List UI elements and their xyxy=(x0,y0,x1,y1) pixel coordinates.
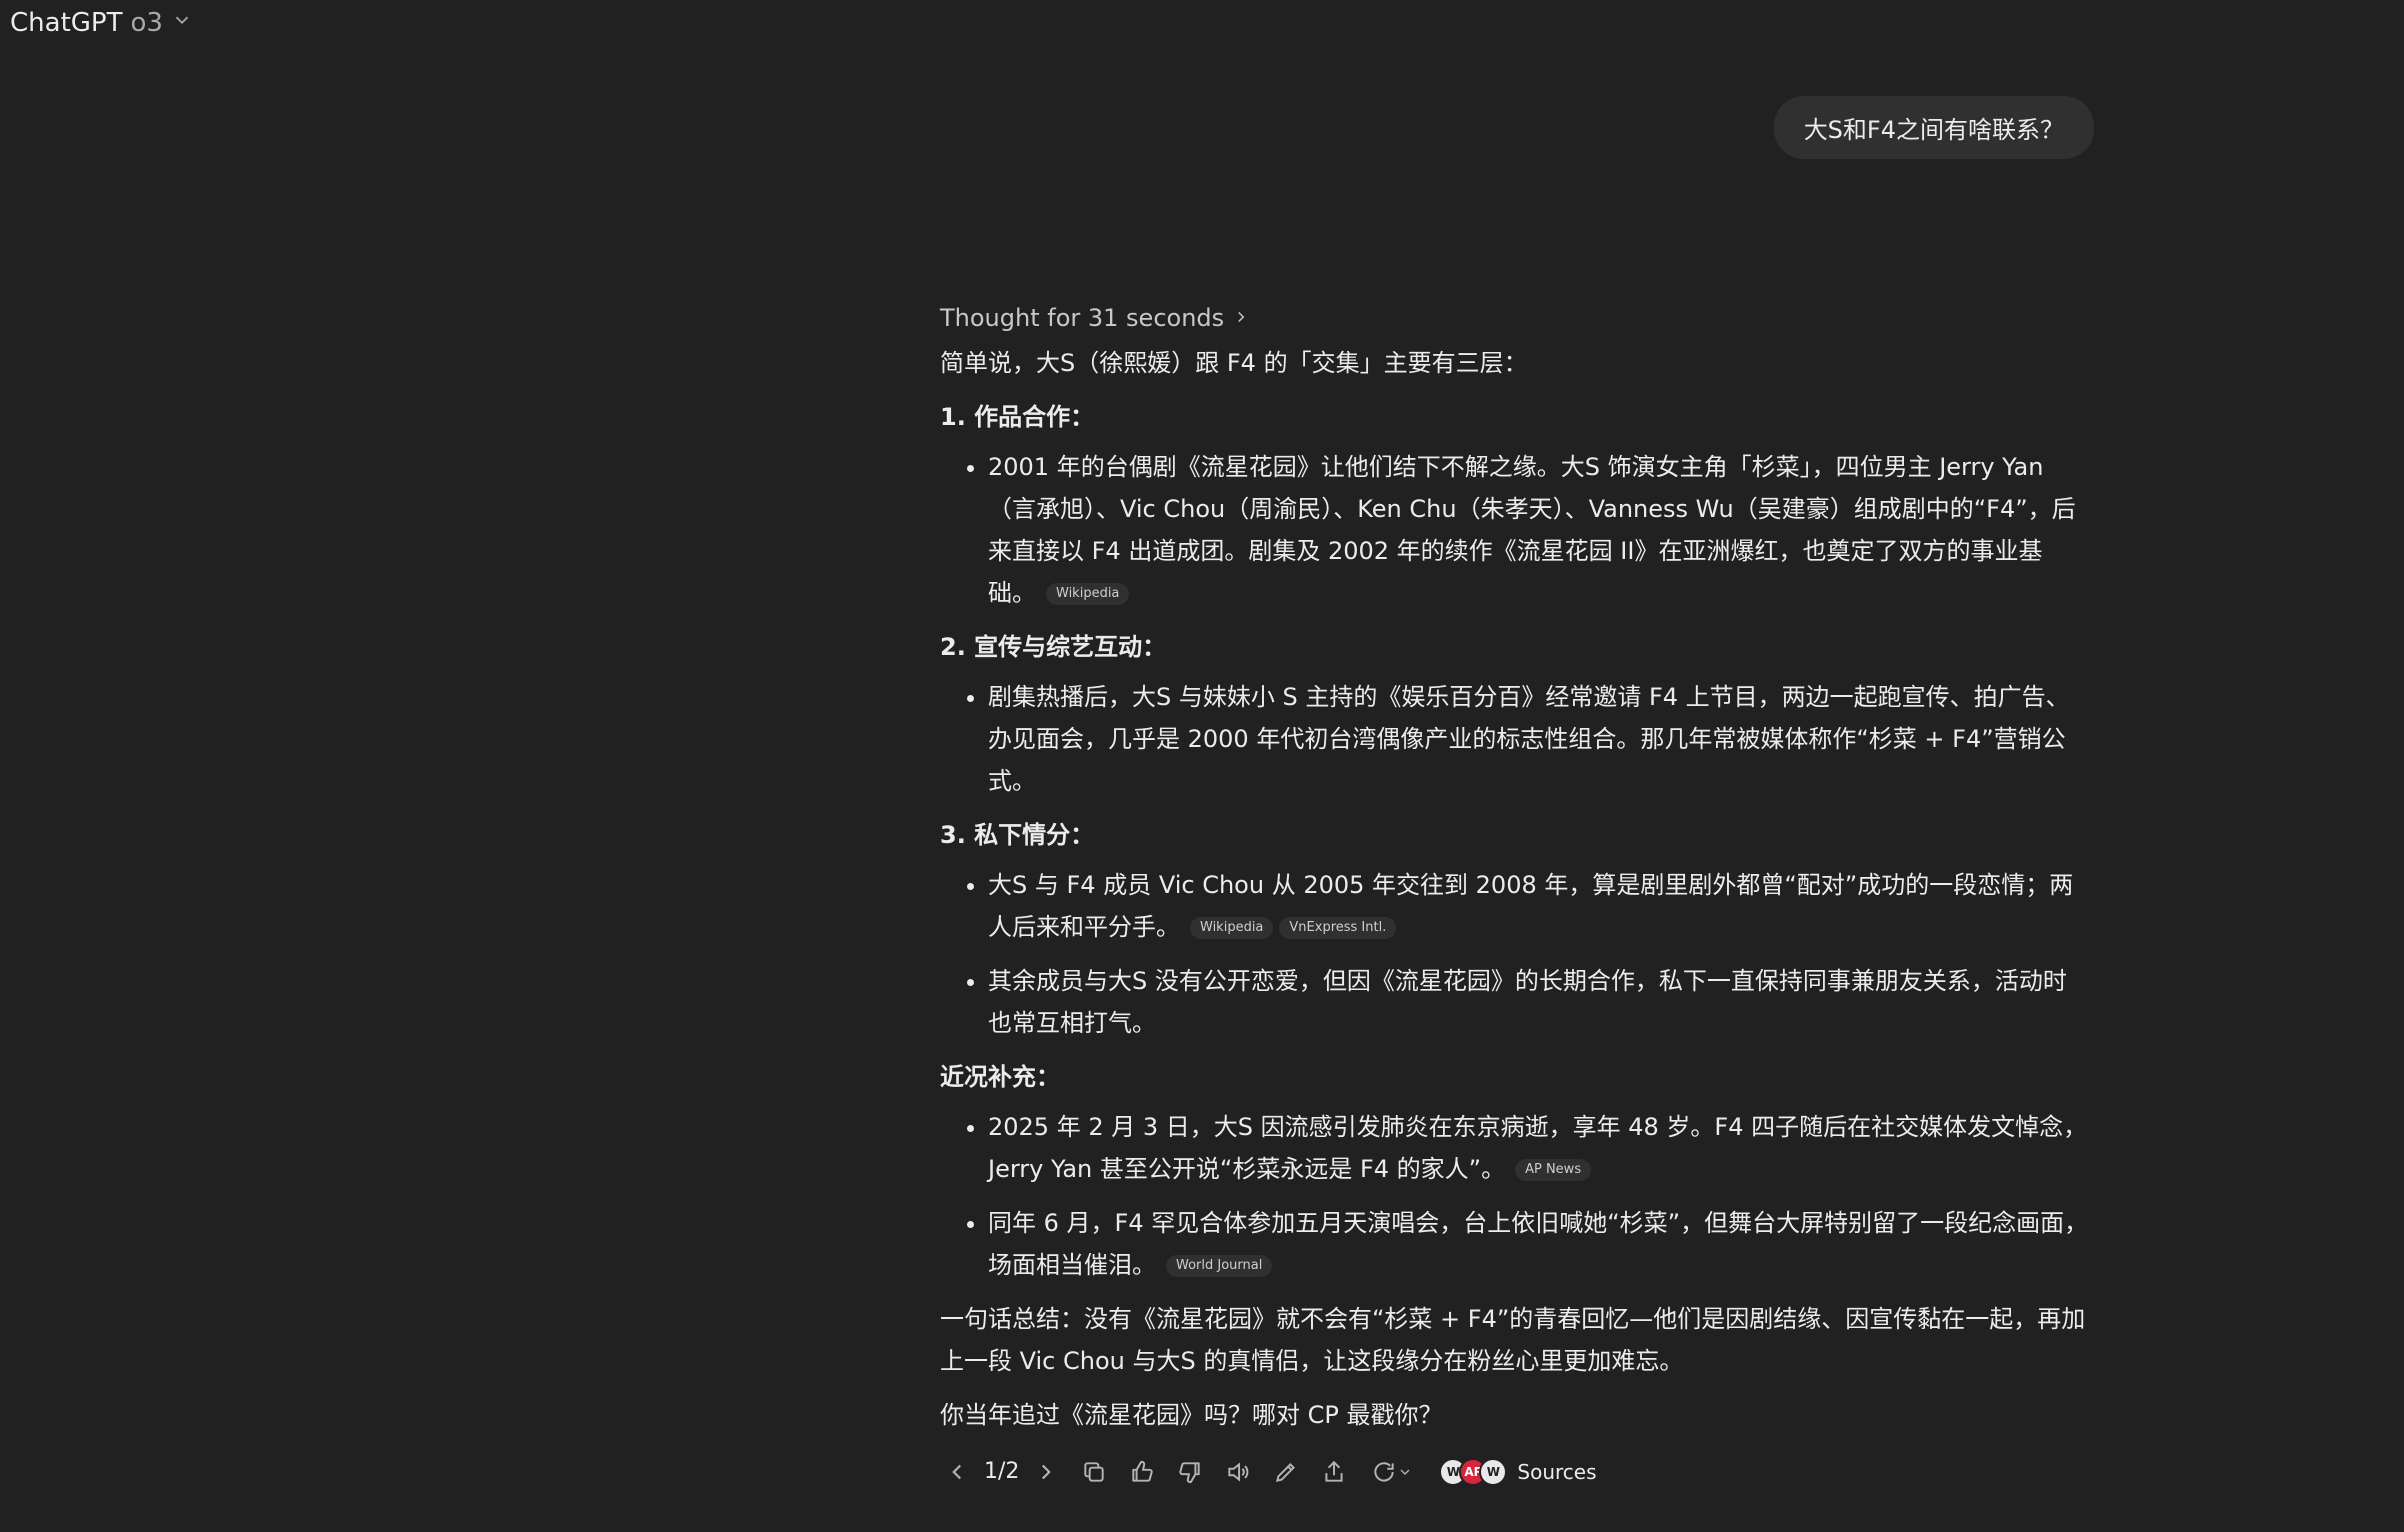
prev-response-icon[interactable] xyxy=(940,1455,974,1489)
edit-icon[interactable] xyxy=(1269,1455,1303,1489)
list-item-text: 大S 与 F4 成员 Vic Chou 从 2005 年交往到 2008 年，算… xyxy=(988,871,2074,941)
citation-chip[interactable]: AP News xyxy=(1515,1159,1592,1181)
read-aloud-icon[interactable] xyxy=(1221,1455,1255,1489)
user-message: 大S和F4之间有啥联系？ xyxy=(1773,96,2094,159)
summary-text: 一句话总结：没有《流星花园》就不会有“杉菜 + F4”的青春回忆—他们是因剧结缘… xyxy=(940,1305,2086,1375)
section-heading: 1. 作品合作： xyxy=(940,403,1095,431)
bullet-list: 2001 年的台偶剧《流星花园》让他们结下不解之缘。大S 饰演女主角「杉菜」，四… xyxy=(940,446,2090,614)
source-favicons: W AP W xyxy=(1439,1458,1508,1486)
list-item: 其余成员与大S 没有公开恋爱，但因《流星花园》的长期合作，私下一直保持同事兼朋友… xyxy=(988,960,2090,1044)
model-name: o3 xyxy=(130,8,163,38)
answer-sections: 1. 作品合作： 2001 年的台偶剧《流星花园》让他们结下不解之缘。大S 饰演女… xyxy=(940,396,2090,1286)
citation-chip[interactable]: VnExpress Intl. xyxy=(1279,917,1397,939)
thought-toggle[interactable]: Thought for 31 seconds xyxy=(940,298,2090,338)
chevron-down-icon xyxy=(171,8,193,38)
response-pager: 1/2 xyxy=(940,1451,1063,1493)
thumbs-down-icon[interactable] xyxy=(1173,1455,1207,1489)
citation-chip[interactable]: Wikipedia xyxy=(1190,917,1274,939)
bullet-list: 2025 年 2 月 3 日，大S 因流感引发肺炎在东京病逝，享年 48 岁。F… xyxy=(940,1106,2090,1286)
bullet-list: 大S 与 F4 成员 Vic Chou 从 2005 年交往到 2008 年，算… xyxy=(940,864,2090,1044)
sources-label: Sources xyxy=(1517,1460,1597,1484)
list-item: 剧集热播后，大S 与妹妹小 S 主持的《娱乐百分百》经常邀请 F4 上节目，两边… xyxy=(988,676,2090,802)
share-icon[interactable] xyxy=(1317,1455,1351,1489)
thumbs-up-icon[interactable] xyxy=(1125,1455,1159,1489)
app-title: ChatGPT xyxy=(10,8,123,38)
section-heading: 3. 私下情分： xyxy=(940,821,1095,849)
source-favicon-icon: W xyxy=(1479,1458,1508,1486)
list-item: 大S 与 F4 成员 Vic Chou 从 2005 年交往到 2008 年，算… xyxy=(988,864,2090,948)
list-item: 2025 年 2 月 3 日，大S 因流感引发肺炎在东京病逝，享年 48 岁。F… xyxy=(988,1106,2090,1190)
chevron-right-icon xyxy=(1232,297,1250,339)
section-heading: 近况补充： xyxy=(940,1063,1060,1091)
next-response-icon[interactable] xyxy=(1029,1455,1063,1489)
citation-chip[interactable]: Wikipedia xyxy=(1046,583,1130,605)
assistant-message: Thought for 31 seconds 简单说，大S（徐熙媛）跟 F4 的… xyxy=(940,298,2090,1494)
list-item-text: 同年 6 月，F4 罕见合体参加五月天演唱会，台上依旧喊她“杉菜”，但舞台大屏特… xyxy=(988,1209,2089,1279)
intro-text: 简单说，大S（徐熙媛）跟 F4 的「交集」主要有三层： xyxy=(940,349,1528,377)
bullet-list: 剧集热播后，大S 与妹妹小 S 主持的《娱乐百分百》经常邀请 F4 上节目，两边… xyxy=(940,676,2090,802)
message-actions: 1/2 W AP W Sources xyxy=(940,1450,2090,1494)
list-item-text: 其余成员与大S 没有公开恋爱，但因《流星花园》的长期合作，私下一直保持同事兼朋友… xyxy=(988,967,2067,1037)
citation-chip[interactable]: World Journal xyxy=(1166,1255,1273,1277)
list-item-text: 剧集热播后，大S 与妹妹小 S 主持的《娱乐百分百》经常邀请 F4 上节目，两边… xyxy=(988,683,2070,795)
list-item: 2001 年的台偶剧《流星花园》让他们结下不解之缘。大S 饰演女主角「杉菜」，四… xyxy=(988,446,2090,614)
list-item-text: 2001 年的台偶剧《流星花园》让他们结下不解之缘。大S 饰演女主角「杉菜」，四… xyxy=(988,453,2076,607)
pager-label: 1/2 xyxy=(984,1459,1020,1484)
sources-button[interactable]: W AP W Sources xyxy=(1439,1451,1597,1493)
copy-icon[interactable] xyxy=(1077,1455,1111,1489)
section-heading: 2. 宣传与综艺互动： xyxy=(940,633,1167,661)
thought-label: Thought for 31 seconds xyxy=(940,304,1225,332)
list-item: 同年 6 月，F4 罕见合体参加五月天演唱会，台上依旧喊她“杉菜”，但舞台大屏特… xyxy=(988,1202,2090,1286)
followup-question: 你当年追过《流星花园》吗？哪对 CP 最戳你？ xyxy=(940,1401,1443,1429)
model-switcher[interactable]: ChatGPT o3 xyxy=(10,8,193,38)
regenerate-icon[interactable] xyxy=(1365,1455,1419,1489)
